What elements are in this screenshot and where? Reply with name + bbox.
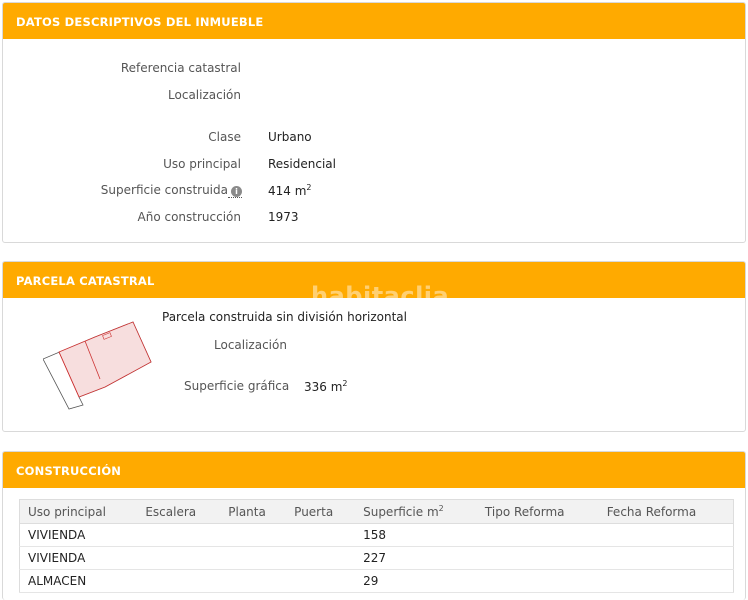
table-row: VIVIENDA 227 [19,546,734,570]
clase-value: Urbano [268,130,312,144]
datos-descriptivos-panel: DATOS DESCRIPTIVOS DEL INMUEBLE Referenc… [2,2,746,243]
superficie-grafica-row: Superficie gráfica 336 m2 [184,379,348,395]
parcela-localizacion-label: Localización [214,338,287,352]
cell-fecha-reforma [598,546,734,570]
watermark-logo: habitaclia [311,282,450,310]
cell-uso: VIVIENDA [19,546,138,570]
cell-fecha-reforma [598,569,734,593]
col-puerta: Puerta [286,499,356,524]
superficie-construida-value: 414 m [268,184,307,198]
col-uso-principal: Uso principal [19,499,138,524]
uso-principal-value: Residencial [268,157,336,171]
col-planta: Planta [220,499,287,524]
ano-construccion-row: Año construcción 1973 [3,210,745,226]
cell-superficie: 227 [355,546,477,570]
cell-escalera [137,523,221,547]
ano-construccion-value: 1973 [268,210,299,224]
uso-principal-label: Uso principal [163,157,241,171]
col-tipo-reforma: Tipo Reforma [476,499,599,524]
col-escalera: Escalera [137,499,221,524]
info-tooltip-trigger[interactable]: i [228,183,242,198]
cell-planta [220,523,287,547]
construccion-table: Uso principal Escalera Planta Puerta Sup… [19,499,734,593]
construccion-panel: CONSTRUCCIÓN Uso principal Escalera Plan… [2,451,746,600]
cell-planta [220,546,287,570]
clase-row: Clase Urbano [3,130,745,146]
cell-escalera [137,569,221,593]
cell-planta [220,569,287,593]
superficie-construida-label: Superficie construida [100,183,228,197]
parcela-localizacion-row: Localización [214,338,287,354]
superficie-grafica-value-wrap: 336 m2 [304,379,348,394]
col-superficie: Superficie m2 [355,499,477,524]
parcela-subtitle: Parcela construida sin división horizont… [162,310,407,324]
table-row: ALMACEN 29 [19,569,734,593]
cell-puerta [286,569,356,593]
cell-fecha-reforma [598,523,734,547]
referencia-label: Referencia catastral [120,61,241,75]
cell-superficie: 29 [355,569,477,593]
referencia-row: Referencia catastral [3,61,745,77]
localizacion-row: Localización [3,88,745,104]
superficie-unit-sup: 2 [306,183,312,192]
cell-uso: VIVIENDA [19,523,138,547]
panel-title: CONSTRUCCIÓN [3,452,745,488]
cell-superficie: 158 [355,523,477,547]
parcel-plot-map [43,321,152,410]
col-fecha-reforma: Fecha Reforma [598,499,734,524]
cell-tipo-reforma [476,523,599,547]
superficie-grafica-sup: 2 [342,379,348,388]
col-superficie-sup: 2 [438,504,444,513]
superficie-construida-label-wrap: Superficie construida i [100,183,242,198]
cell-uso: ALMACEN [19,569,138,593]
cell-tipo-reforma [476,569,599,593]
superficie-construida-row: Superficie construida i 414 m2 [3,183,745,199]
cell-tipo-reforma [476,546,599,570]
table-row: VIVIENDA 158 [19,523,734,547]
table-header-row: Uso principal Escalera Planta Puerta Sup… [19,499,734,524]
parcela-catastral-panel: PARCELA CATASTRAL habitaclia Parcela con… [2,261,746,432]
info-icon[interactable]: i [231,186,242,197]
panel-title: DATOS DESCRIPTIVOS DEL INMUEBLE [3,3,745,39]
localizacion-label: Localización [168,88,241,102]
ano-construccion-label: Año construcción [137,210,242,224]
clase-label: Clase [208,130,241,144]
cell-escalera [137,546,221,570]
superficie-grafica-value: 336 m [304,380,343,394]
cell-puerta [286,523,356,547]
uso-principal-row: Uso principal Residencial [3,157,745,173]
superficie-construida-value-wrap: 414 m2 [268,183,312,198]
cell-puerta [286,546,356,570]
col-superficie-label: Superficie m [363,505,439,519]
superficie-grafica-label: Superficie gráfica [184,379,290,393]
